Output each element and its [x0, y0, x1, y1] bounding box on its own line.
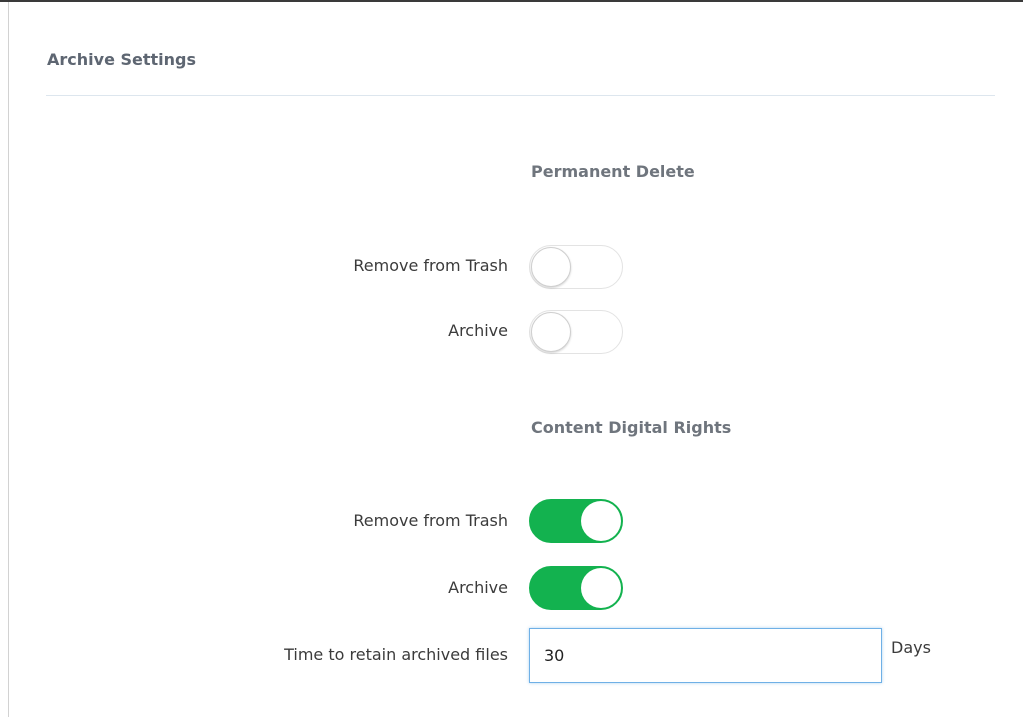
cdr-remove-from-trash-toggle[interactable]: [529, 499, 623, 543]
toggle-knob: [581, 501, 621, 541]
pd-archive-label: Archive: [448, 321, 508, 340]
retain-archived-files-label: Time to retain archived files: [284, 645, 508, 664]
retain-days-input[interactable]: [529, 628, 882, 683]
pd-remove-from-trash-toggle[interactable]: [529, 245, 623, 289]
cdr-remove-from-trash-label: Remove from Trash: [353, 511, 508, 530]
toggle-knob: [581, 568, 621, 608]
toggle-knob: [531, 312, 571, 352]
toggle-knob: [531, 247, 571, 287]
days-unit-label: Days: [891, 638, 931, 657]
cdr-archive-label: Archive: [448, 578, 508, 597]
cdr-archive-toggle[interactable]: [529, 566, 623, 610]
pd-archive-toggle[interactable]: [529, 310, 623, 354]
left-border: [8, 2, 9, 717]
pd-remove-from-trash-label: Remove from Trash: [353, 256, 508, 275]
top-border: [0, 0, 1023, 2]
permanent-delete-heading: Permanent Delete: [531, 162, 695, 181]
archive-settings-panel: Archive Settings Permanent Delete Remove…: [0, 0, 1023, 717]
title-divider: [46, 95, 995, 96]
panel-title: Archive Settings: [47, 50, 197, 69]
content-digital-rights-heading: Content Digital Rights: [531, 418, 732, 437]
